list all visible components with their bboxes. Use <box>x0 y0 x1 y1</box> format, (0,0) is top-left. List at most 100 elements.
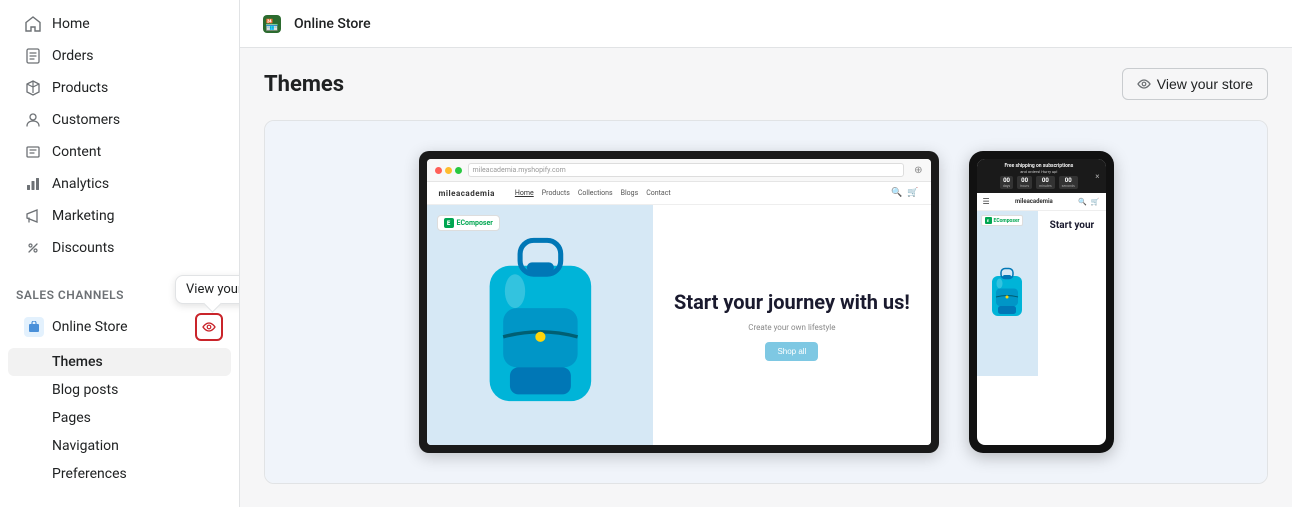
content-icon <box>24 143 42 161</box>
svg-text:🏪: 🏪 <box>265 18 279 31</box>
close-dot <box>435 167 442 174</box>
nav-link-products: Products <box>542 189 570 197</box>
theme-preview-area: mileacademia.myshopify.com ⊕ mileacademi… <box>265 121 1267 483</box>
sidebar-item-content[interactable]: Content <box>8 136 231 168</box>
mobile-ecomposer-badge: E EComposer <box>981 215 1024 226</box>
site-logo: mileacademia <box>439 189 495 198</box>
backpack-image <box>437 215 644 435</box>
mobile-mockup: Free shipping on subscriptions and order… <box>969 151 1114 453</box>
sidebar-item-customers[interactable]: Customers <box>8 104 231 136</box>
orders-label: Orders <box>52 48 94 64</box>
sidebar-item-home[interactable]: Home <box>8 8 231 40</box>
view-store-label: View your store <box>1157 76 1253 92</box>
mobile-nav-bar: ☰ mileacademia 🔍 🛒 <box>977 193 1106 211</box>
sidebar-item-preferences[interactable]: Preferences <box>8 460 231 488</box>
analytics-label: Analytics <box>52 176 109 192</box>
mobile-top-banner: Free shipping on subscriptions and order… <box>977 159 1106 193</box>
main-content: 🏪 Online Store Themes View your store <box>240 0 1292 507</box>
view-store-eye-button[interactable] <box>195 313 223 341</box>
sidebar-item-apps[interactable]: Apps › <box>8 500 231 507</box>
discounts-icon <box>24 239 42 257</box>
discounts-label: Discounts <box>52 240 114 256</box>
expand-dot <box>455 167 462 174</box>
marketing-label: Marketing <box>52 208 115 224</box>
view-store-eye-icon <box>1137 77 1151 91</box>
page-title: Themes <box>264 72 344 97</box>
page-header: Themes View your store <box>264 68 1268 100</box>
mobile-ec-label: EComposer <box>994 218 1020 224</box>
mobile-hero-text: Start your <box>1050 219 1095 232</box>
mobile-ec-icon: E <box>985 217 992 224</box>
sidebar-item-products[interactable]: Products <box>8 72 231 104</box>
desktop-screen: mileacademia.myshopify.com ⊕ mileacademi… <box>427 159 931 445</box>
mobile-right-panel: Start your <box>1038 211 1105 376</box>
customers-icon <box>24 111 42 129</box>
search-icon: 🔍 <box>891 188 902 198</box>
view-store-button[interactable]: View your store <box>1122 68 1268 100</box>
themes-card: mileacademia.myshopify.com ⊕ mileacademi… <box>264 120 1268 484</box>
browser-refresh-icon: ⊕ <box>914 165 922 176</box>
sidebar-item-orders[interactable]: Orders <box>8 40 231 72</box>
mobile-logo: mileacademia <box>995 198 1073 205</box>
mobile-countdown: 00 days 00 hours 00 minu <box>983 176 1096 189</box>
content-label: Content <box>52 144 101 160</box>
products-label: Products <box>52 80 108 96</box>
pages-label: Pages <box>52 410 91 426</box>
customers-label: Customers <box>52 112 120 128</box>
orders-icon <box>24 47 42 65</box>
view-store-tooltip: View your online store <box>175 275 240 304</box>
products-icon <box>24 79 42 97</box>
nav-link-contact: Contact <box>646 189 670 197</box>
nav-link-collections: Collections <box>578 189 613 197</box>
analytics-icon <box>24 175 42 193</box>
site-left-panel: E EComposer <box>427 205 654 445</box>
themes-label: Themes <box>52 354 103 370</box>
eye-icon <box>202 320 216 334</box>
sidebar-item-discounts[interactable]: Discounts <box>8 232 231 264</box>
preferences-label: Preferences <box>52 466 127 482</box>
banner-close-icon[interactable]: × <box>1095 172 1099 181</box>
nav-link-home: Home <box>515 189 534 197</box>
ecomposer-badge: E EComposer <box>437 215 500 231</box>
hero-heading: Start your journey with us! <box>674 289 910 315</box>
sidebar-item-analytics[interactable]: Analytics <box>8 168 231 200</box>
blog-posts-label: Blog posts <box>52 382 118 398</box>
site-nav-bar: mileacademia Home Products Collections B… <box>427 182 931 205</box>
mobile-screen: Free shipping on subscriptions and order… <box>977 159 1106 445</box>
ecomposer-icon: E <box>444 218 454 228</box>
topbar-store-title: Online Store <box>294 16 371 32</box>
counter-minutes: 00 minutes <box>1036 176 1055 189</box>
online-store-icon <box>24 317 44 337</box>
minimize-dot <box>445 167 452 174</box>
sidebar-item-marketing[interactable]: Marketing <box>8 200 231 232</box>
counter-hours: 00 hours <box>1017 176 1032 189</box>
ecomposer-label: EComposer <box>457 219 493 227</box>
site-nav-icons: 🔍 🛒 <box>891 188 918 198</box>
home-label: Home <box>52 16 90 32</box>
mobile-cart-icon: 🛒 <box>1091 198 1100 206</box>
hero-subtext: Create your own lifestyle <box>748 323 835 332</box>
mobile-content: E EComposer <box>977 211 1106 376</box>
hamburger-icon: ☰ <box>983 197 990 206</box>
sidebar-item-pages[interactable]: Pages <box>8 404 231 432</box>
counter-seconds: 00 seconds <box>1059 176 1078 189</box>
browser-dots <box>435 167 462 174</box>
mobile-left-panel: E EComposer <box>977 211 1039 376</box>
hero-cta-button[interactable]: Shop all <box>765 342 818 361</box>
sidebar-item-blog-posts[interactable]: Blog posts <box>8 376 231 404</box>
store-brand-icon: 🏪 <box>260 12 284 36</box>
mobile-nav-icons: 🔍 🛒 <box>1078 198 1099 206</box>
nav-link-blogs: Blogs <box>621 189 639 197</box>
sidebar-item-themes[interactable]: Themes <box>8 348 231 376</box>
online-store-label: Online Store <box>52 319 187 335</box>
mobile-backpack-image <box>982 261 1032 326</box>
sidebar-item-online-store[interactable]: Online Store View your online store <box>8 306 231 348</box>
sidebar: Home Orders Products Customers Content A… <box>0 0 240 507</box>
browser-bar: mileacademia.myshopify.com ⊕ <box>427 159 931 182</box>
site-nav-links: Home Products Collections Blogs Contact <box>515 189 671 197</box>
site-content: E EComposer <box>427 205 931 445</box>
cart-icon: 🛒 <box>907 188 918 198</box>
counter-days: 00 days <box>1000 176 1013 189</box>
sidebar-item-navigation[interactable]: Navigation <box>8 432 231 460</box>
mobile-banner-text: Free shipping on subscriptions and order… <box>983 163 1096 189</box>
